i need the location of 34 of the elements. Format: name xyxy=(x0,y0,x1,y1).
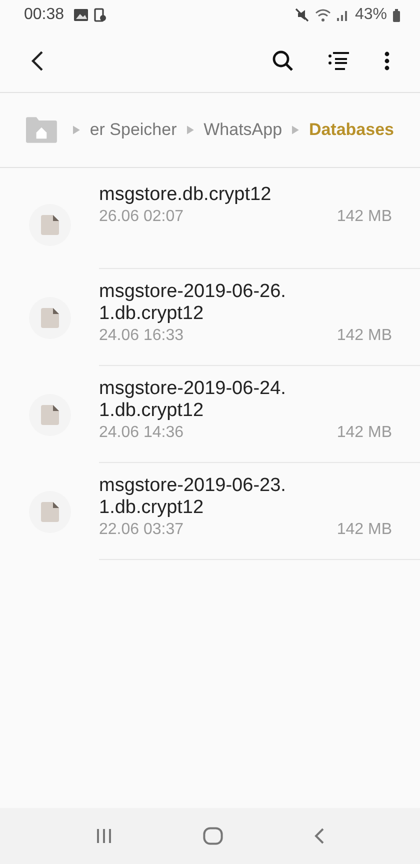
status-time: 00:38 xyxy=(24,6,64,24)
file-date: 26.06 02:07 xyxy=(99,208,184,226)
battery-level: 43% xyxy=(354,6,387,24)
home-icon[interactable] xyxy=(202,827,223,845)
recent-apps-icon[interactable] xyxy=(96,828,112,844)
file-name[interactable]: msgstore-2019-06-26.1.db.crypt12 xyxy=(99,281,299,325)
file-date: 24.06 14:36 xyxy=(99,424,184,442)
back-icon[interactable] xyxy=(30,50,44,72)
file-name[interactable]: msgstore.db.crypt12 xyxy=(99,184,299,206)
file-size: 142 MB xyxy=(336,424,392,442)
file-size: 142 MB xyxy=(336,327,392,345)
file-size: 142 MB xyxy=(336,208,392,226)
image-icon xyxy=(74,9,88,21)
file-date: 22.06 03:37 xyxy=(99,521,184,539)
file-date: 24.06 16:33 xyxy=(99,327,184,345)
wifi-icon xyxy=(314,8,331,22)
arrow-icon xyxy=(186,125,194,135)
arrow-icon xyxy=(72,125,80,135)
file-size: 142 MB xyxy=(336,521,392,539)
file-icon xyxy=(29,204,71,246)
breadcrumb-item[interactable]: er Speicher xyxy=(90,120,177,140)
search-icon[interactable] xyxy=(272,50,294,72)
arrow-icon xyxy=(292,125,299,135)
signal-icon xyxy=(336,9,349,21)
file-icon xyxy=(29,394,71,436)
mute-icon xyxy=(294,8,309,22)
more-options-icon[interactable] xyxy=(384,51,390,71)
file-icon xyxy=(29,296,71,338)
file-icon xyxy=(29,490,71,532)
breadcrumb-item[interactable]: WhatsApp xyxy=(204,120,282,140)
file-name[interactable]: msgstore-2019-06-24.1.db.crypt12 xyxy=(99,378,299,422)
list-view-icon[interactable] xyxy=(328,51,350,71)
battery-icon xyxy=(393,8,400,22)
file-name[interactable]: msgstore-2019-06-23.1.db.crypt12 xyxy=(99,475,299,519)
